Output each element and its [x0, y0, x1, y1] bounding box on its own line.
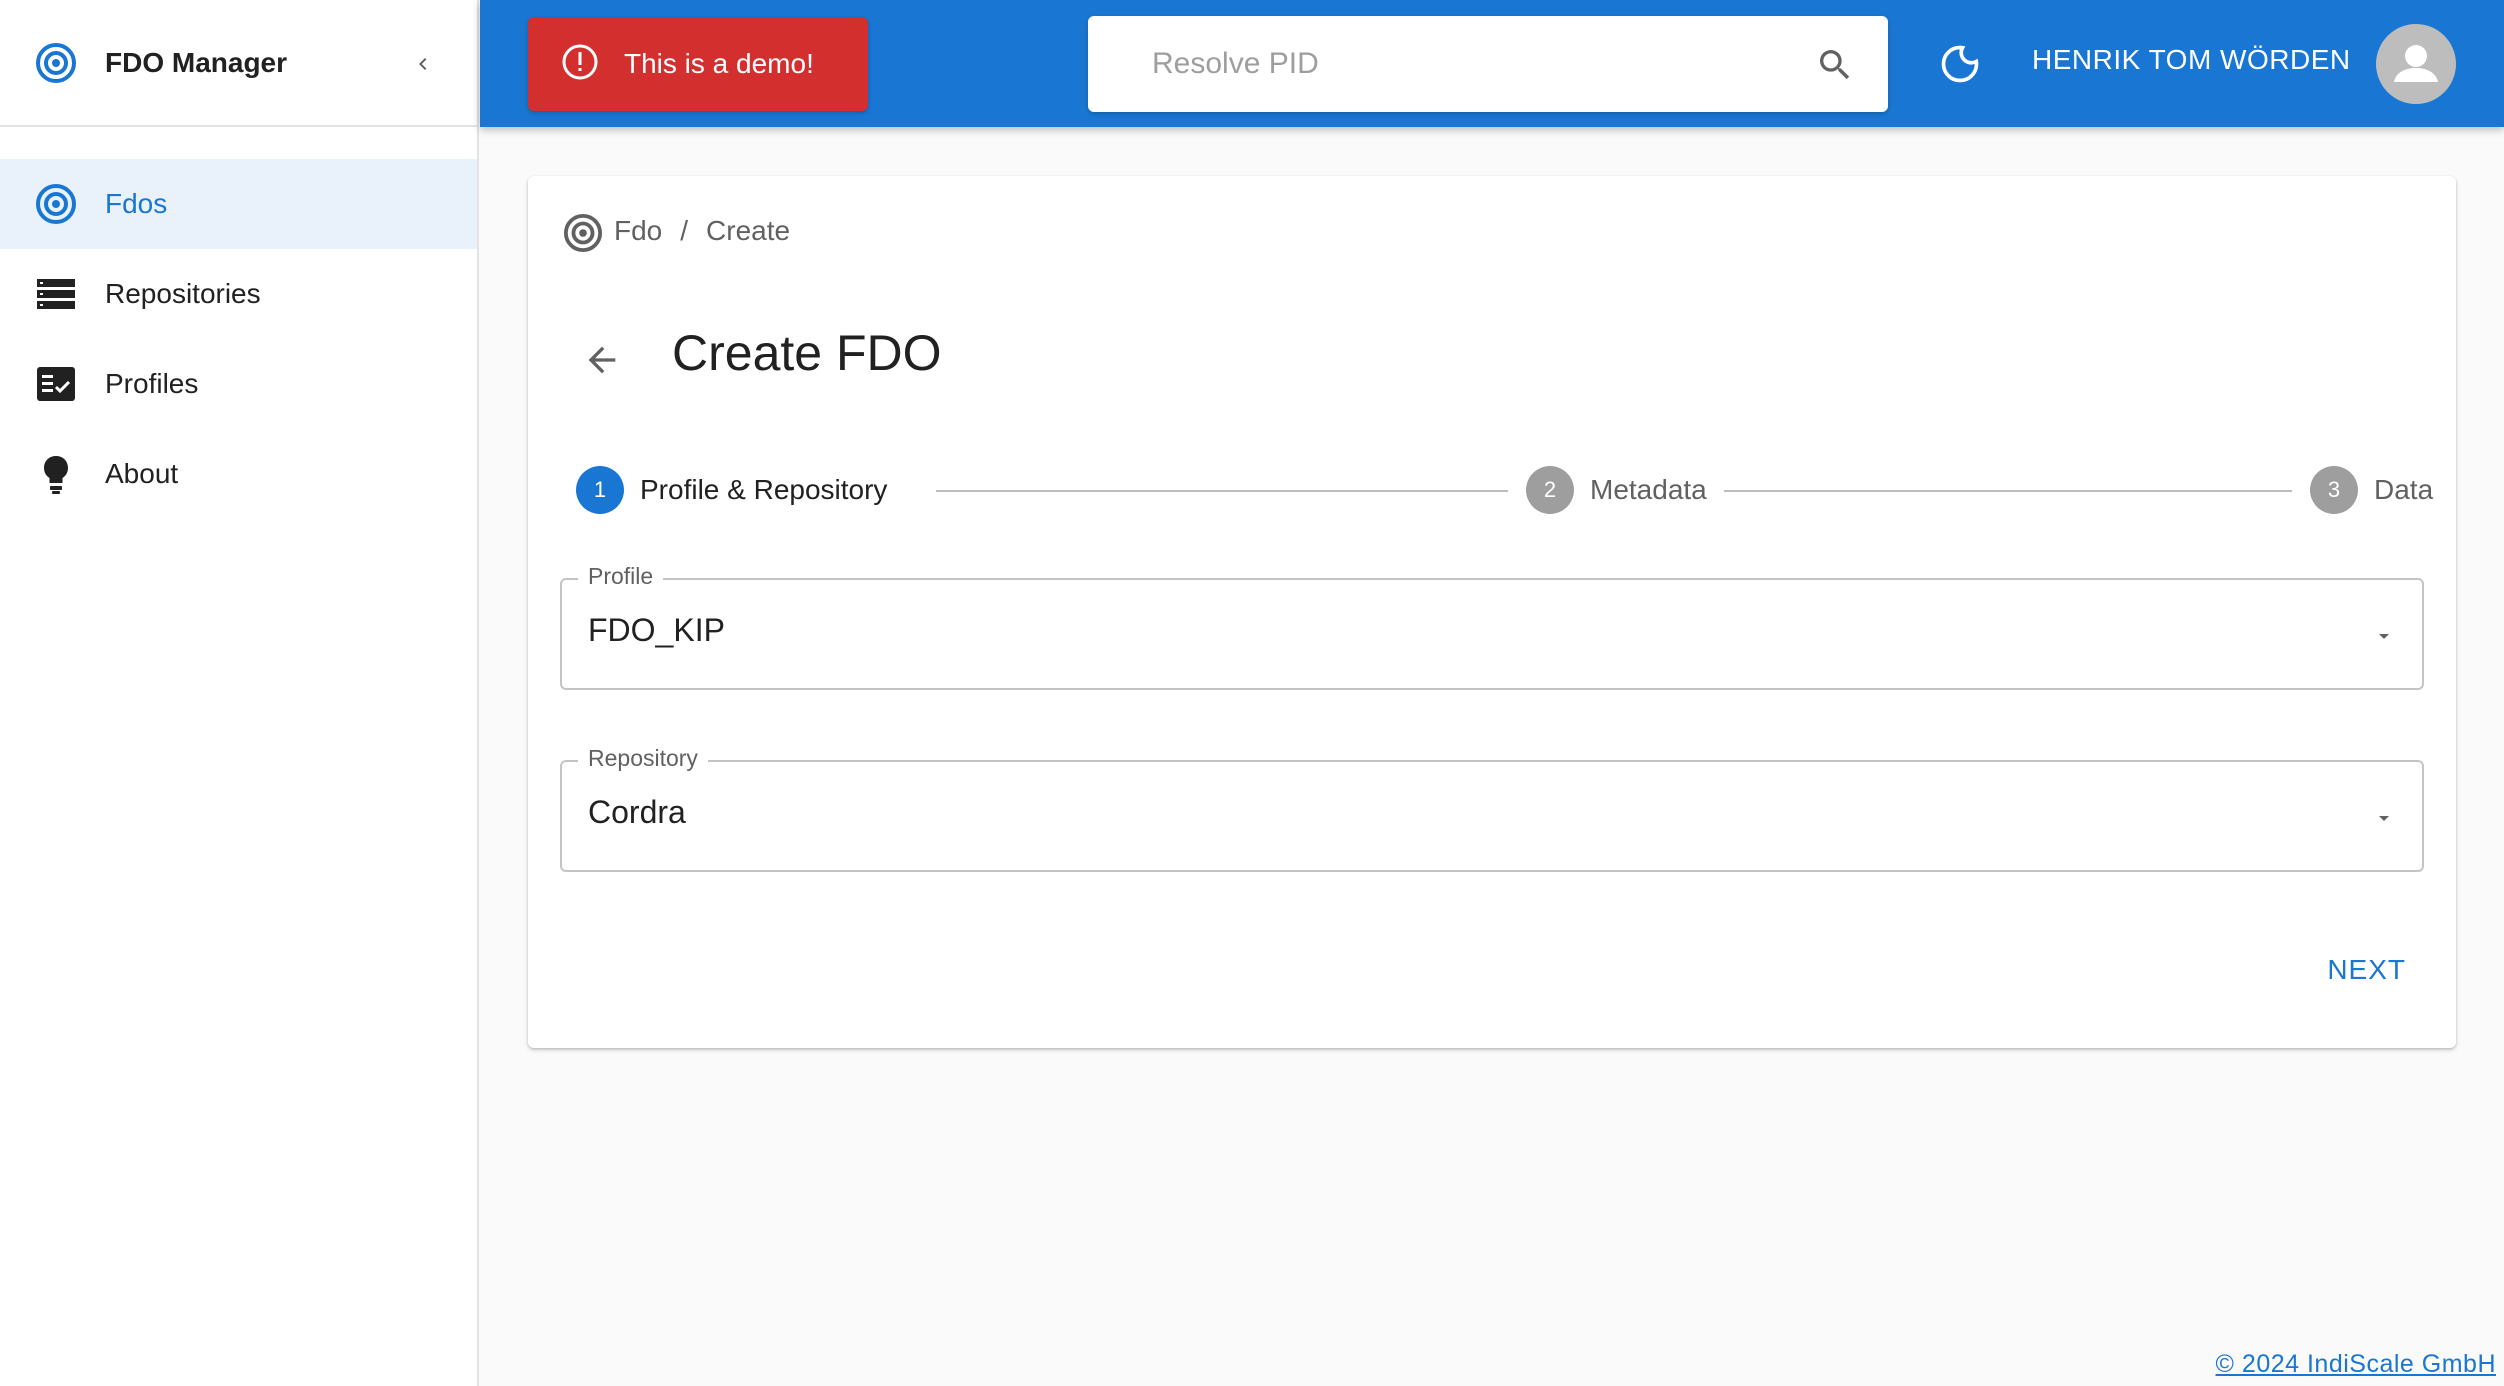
step-number: 3: [2310, 466, 2358, 514]
dropdown-arrow-icon: [2370, 804, 2398, 832]
step-number: 1: [576, 466, 624, 514]
moon-icon: [1941, 45, 1979, 83]
top-app-bar: This is a demo! HENRIK TOM WÖRDEN: [480, 0, 2504, 127]
step-data[interactable]: 3 Data: [2310, 462, 2433, 518]
repository-select-label: Repository: [578, 745, 708, 772]
sidebar: FDO Manager Fdos Repositories Profiles A…: [0, 0, 479, 1386]
footer-copyright-link[interactable]: © 2024 IndiScale GmbH: [2216, 1350, 2496, 1379]
chevron-left-icon: [419, 58, 427, 70]
sidebar-item-repositories[interactable]: Repositories: [0, 249, 477, 339]
error-icon: [560, 42, 600, 87]
step-profile-repository[interactable]: 1 Profile & Repository: [576, 462, 887, 518]
search-icon[interactable]: [1814, 44, 1856, 86]
profile-select[interactable]: Profile FDO_KIP: [560, 563, 2424, 690]
breadcrumb: Fdo / Create: [562, 208, 790, 254]
sidebar-item-label: Profiles: [105, 368, 199, 399]
target-icon: [35, 183, 77, 225]
dark-mode-toggle[interactable]: [1936, 40, 1984, 88]
step-connector: [936, 490, 1508, 492]
dropdown-arrow-icon: [2370, 622, 2398, 650]
collapse-sidebar-button[interactable]: [405, 46, 441, 82]
sidebar-item-label: Fdos: [105, 188, 168, 219]
resolve-pid-input[interactable]: [1152, 38, 1772, 90]
repository-select[interactable]: Repository Cordra: [560, 745, 2424, 872]
avatar[interactable]: [2376, 24, 2456, 104]
breadcrumb-link-fdo[interactable]: Fdo: [614, 215, 662, 247]
target-icon: [35, 42, 77, 84]
sidebar-item-about[interactable]: About: [0, 429, 477, 519]
sidebar-item-label: About: [105, 458, 179, 489]
step-label: Metadata: [1590, 474, 1707, 505]
arrow-back-icon: [588, 346, 616, 374]
app-title: FDO Manager: [105, 46, 288, 78]
create-fdo-card: Fdo / Create Create FDO 1 Profile & Repo…: [528, 176, 2456, 1048]
resolve-pid-search: [1088, 16, 1888, 112]
sidebar-item-profiles[interactable]: Profiles: [0, 339, 477, 429]
person-icon: [2394, 45, 2438, 82]
page-title: Create FDO: [672, 325, 942, 381]
user-name[interactable]: HENRIK TOM WÖRDEN: [2032, 44, 2351, 76]
checklist-icon: [35, 363, 77, 405]
step-label: Profile & Repository: [640, 474, 888, 505]
step-metadata[interactable]: 2 Metadata: [1526, 462, 1707, 518]
stepper: 1 Profile & Repository 2 Metadata 3 Data: [576, 462, 2433, 518]
lightbulb-icon: [35, 453, 77, 495]
step-label: Data: [2374, 474, 2434, 505]
sidebar-header: FDO Manager: [0, 0, 477, 127]
breadcrumb-separator: /: [680, 215, 689, 246]
sidebar-item-fdos[interactable]: Fdos: [0, 159, 477, 249]
storage-icon: [35, 273, 77, 315]
repository-select-value: Cordra: [588, 794, 686, 830]
next-button[interactable]: NEXT: [2313, 946, 2420, 994]
back-button[interactable]: [578, 336, 626, 384]
step-connector: [1724, 490, 2292, 492]
target-icon: [562, 212, 604, 254]
profile-select-value: FDO_KIP: [588, 612, 725, 648]
profile-select-label: Profile: [578, 563, 664, 590]
breadcrumb-current: Create: [706, 215, 791, 246]
demo-alert: This is a demo!: [528, 17, 868, 111]
sidebar-nav: Fdos Repositories Profiles About: [0, 127, 477, 519]
step-number: 2: [1526, 466, 1574, 514]
alert-text: This is a demo!: [624, 48, 814, 79]
sidebar-item-label: Repositories: [105, 278, 261, 309]
